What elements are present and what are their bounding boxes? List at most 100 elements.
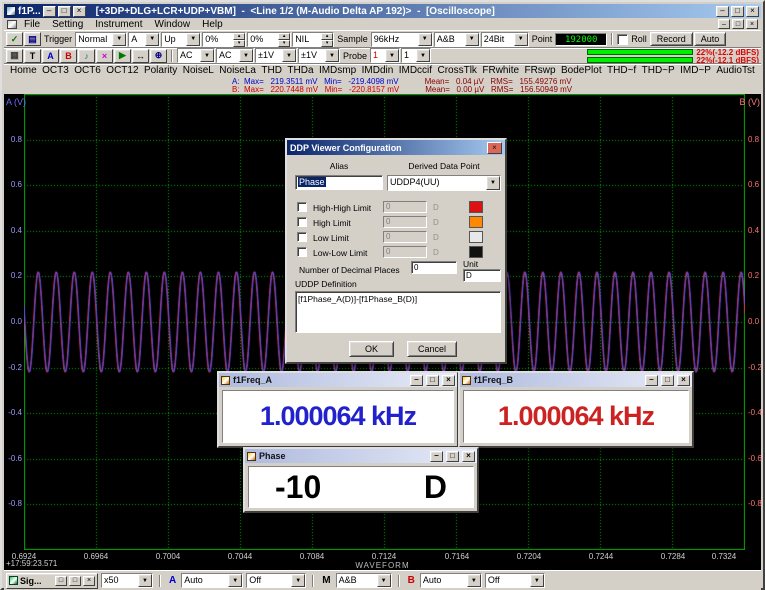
record-button[interactable]: Record	[649, 32, 693, 46]
mini-close-button[interactable]: ×	[72, 5, 86, 17]
tab-imdsmp[interactable]: IMDsmp	[319, 65, 356, 76]
cancel-button[interactable]: Cancel	[407, 341, 457, 357]
tab-polarity[interactable]: Polarity	[144, 65, 177, 76]
freq-b-close-button[interactable]: ×	[677, 374, 690, 386]
ok-button[interactable]: OK	[349, 341, 394, 357]
low-low-limit-color-swatch[interactable]	[469, 246, 483, 258]
grid-icon[interactable]: ▦	[6, 48, 23, 63]
probe-b-select[interactable]: 1 ▼	[401, 48, 432, 63]
alias-input[interactable]: Phase	[295, 175, 383, 190]
trigger-holdoff-stepper[interactable]: NIL ▴ ▾	[292, 31, 335, 47]
spin-up-icon[interactable]: ▴	[233, 32, 246, 40]
tab-thda[interactable]: THDa	[287, 65, 313, 76]
channel-b-mode-select[interactable]: Auto ▼	[419, 573, 482, 588]
chevron-down-icon[interactable]: ▼	[145, 32, 160, 46]
signal-close-button[interactable]: ×	[83, 575, 95, 586]
range-a-select[interactable]: ±1V ▼	[255, 48, 297, 63]
maximize-button[interactable]: □	[731, 5, 744, 17]
point-count-field[interactable]: 192000	[555, 32, 608, 46]
chevron-down-icon[interactable]: ▼	[464, 32, 479, 46]
tab-thd[interactable]: THD	[261, 65, 282, 76]
phase-minimize-button[interactable]: –	[430, 450, 443, 462]
tab-imd-p[interactable]: IMD~P	[680, 65, 711, 76]
roll-checkbox[interactable]	[617, 33, 629, 45]
chevron-down-icon[interactable]: ▼	[239, 49, 253, 62]
freq-b-titlebar[interactable]: f1Freq_B – □ ×	[460, 373, 692, 387]
freq-a-titlebar[interactable]: f1Freq_A – □ ×	[219, 373, 457, 387]
menu-file[interactable]: File	[19, 19, 45, 30]
freq-a-close-button[interactable]: ×	[442, 374, 455, 386]
unit-field[interactable]: D	[463, 269, 501, 282]
phase-meter-window[interactable]: Phase – □ × -10 D	[243, 447, 479, 513]
marker-a-icon[interactable]: A	[42, 48, 59, 63]
dialog-close-icon[interactable]: ×	[487, 141, 502, 154]
menu-instrument[interactable]: Instrument	[90, 19, 147, 30]
phase-titlebar[interactable]: Phase – □ ×	[245, 449, 477, 463]
mdi-restore-button[interactable]: □	[732, 19, 744, 29]
chevron-down-icon[interactable]: ▼	[138, 574, 152, 587]
high-high-limit-checkbox[interactable]	[297, 202, 307, 212]
high-limit-checkbox[interactable]	[297, 217, 307, 227]
chevron-down-icon[interactable]: ▼	[228, 574, 243, 587]
minimize-button[interactable]: –	[716, 5, 729, 17]
channel-a-filter-select[interactable]: Off ▼	[246, 573, 307, 588]
chevron-down-icon[interactable]: ▼	[416, 49, 431, 62]
freq-b-meter-window[interactable]: f1Freq_B – □ × 1.000064 kHz	[458, 371, 694, 448]
spin-up-icon[interactable]: ▴	[278, 32, 291, 40]
low-limit-color-swatch[interactable]	[469, 231, 483, 243]
chevron-down-icon[interactable]: ▼	[513, 32, 528, 46]
pan-icon[interactable]: ↔	[132, 48, 149, 63]
menu-help[interactable]: Help	[197, 19, 228, 30]
spin-down-icon[interactable]: ▾	[233, 39, 246, 47]
tab-audiotst[interactable]: AudioTst	[716, 65, 754, 76]
tab-oct12[interactable]: OCT12	[106, 65, 138, 76]
panel-icon[interactable]: ▤	[24, 32, 41, 46]
tab-noisel[interactable]: NoiseL	[183, 65, 214, 76]
trigger-edge-select[interactable]: Up ▼	[161, 31, 202, 47]
titlebar[interactable]: f1P... – □ × [+3DP+DLG+LCR+UDP+VBM] - <L…	[4, 4, 761, 18]
chevron-down-icon[interactable]: ▼	[200, 49, 214, 62]
chevron-down-icon[interactable]: ▼	[112, 32, 127, 46]
trigger-mode-select[interactable]: Normal ▼	[75, 31, 128, 47]
chevron-down-icon[interactable]: ▼	[417, 32, 432, 46]
range-b-select[interactable]: ±1V ▼	[298, 48, 340, 63]
coupling-a-select[interactable]: AC ▼	[177, 48, 215, 63]
trigger-hysteresis-stepper[interactable]: 0% ▴ ▾	[247, 31, 292, 47]
channel-b-filter-select[interactable]: Off ▼	[484, 573, 545, 588]
low-low-limit-checkbox[interactable]	[297, 247, 307, 257]
mini-minimize-button[interactable]: –	[42, 5, 56, 17]
menu-window[interactable]: Window	[150, 19, 196, 30]
tab-home[interactable]: Home	[10, 65, 37, 76]
tab-noisela[interactable]: NoiseLa	[219, 65, 256, 76]
mini-restore-button[interactable]: □	[57, 5, 71, 17]
tab-imddin[interactable]: IMDdin	[362, 65, 394, 76]
freq-b-minimize-button[interactable]: –	[645, 374, 658, 386]
high-limit-color-swatch[interactable]	[469, 216, 483, 228]
spin-down-icon[interactable]: ▾	[321, 39, 334, 47]
tab-oct3[interactable]: OCT3	[42, 65, 69, 76]
bit-depth-select[interactable]: 24Bit ▼	[480, 31, 529, 47]
tab-oct6[interactable]: OCT6	[74, 65, 101, 76]
low-limit-checkbox[interactable]	[297, 232, 307, 242]
chevron-down-icon[interactable]: ▼	[282, 49, 296, 62]
spin-up-icon[interactable]: ▴	[321, 32, 334, 40]
text-label-icon[interactable]: T	[24, 48, 41, 63]
channel-a-mode-select[interactable]: Auto ▼	[181, 573, 244, 588]
mdi-minimize-button[interactable]: –	[718, 19, 730, 29]
zoom-select[interactable]: x50 ▼	[101, 573, 153, 588]
signal-miniwindow[interactable]: Sig... □ □ ×	[6, 572, 98, 589]
freq-a-maximize-button[interactable]: □	[426, 374, 439, 386]
tab-bodeplot[interactable]: BodePlot	[561, 65, 602, 76]
delete-icon[interactable]: ×	[96, 48, 113, 63]
derived-data-point-select[interactable]: UDDP4(UU) ▼	[387, 175, 501, 191]
chevron-down-icon[interactable]: ▼	[529, 574, 544, 587]
chevron-down-icon[interactable]: ▼	[466, 574, 481, 587]
trigger-source-select[interactable]: A ▼	[128, 31, 161, 47]
mdi-close-button[interactable]: ×	[746, 19, 758, 29]
confirm-icon[interactable]: ✓	[6, 32, 23, 46]
tab-frwhite[interactable]: FRwhite	[482, 65, 519, 76]
tab-thd-f[interactable]: THD~f	[607, 65, 636, 76]
chevron-down-icon[interactable]: ▼	[325, 49, 339, 62]
high-high-limit-color-swatch[interactable]	[469, 201, 483, 213]
decimal-places-field[interactable]: 0	[411, 261, 457, 274]
